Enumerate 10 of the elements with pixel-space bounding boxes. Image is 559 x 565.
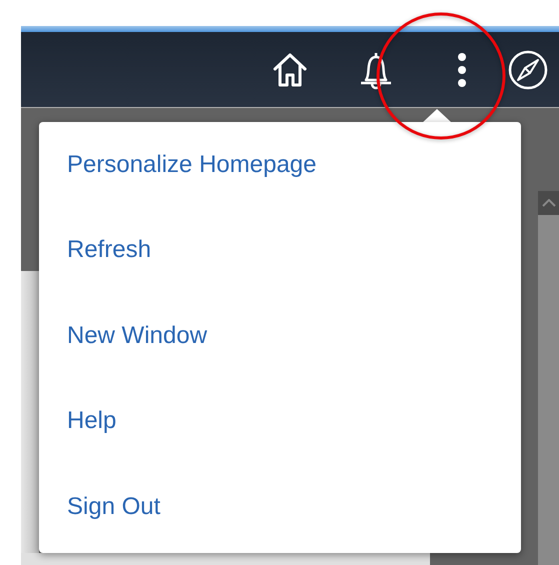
menu-item[interactable]: Help: [39, 378, 521, 464]
caret-up-icon[interactable]: [542, 199, 556, 207]
menu-item[interactable]: Personalize Homepage: [39, 122, 521, 208]
scrollbar[interactable]: [538, 191, 559, 565]
menu-item[interactable]: Refresh: [39, 208, 521, 293]
home-icon[interactable]: [271, 52, 309, 88]
more-icon[interactable]: [457, 52, 467, 88]
menu-item[interactable]: Sign Out: [39, 464, 521, 550]
compass-icon[interactable]: [507, 48, 549, 90]
menu-item[interactable]: New Window: [39, 293, 521, 378]
